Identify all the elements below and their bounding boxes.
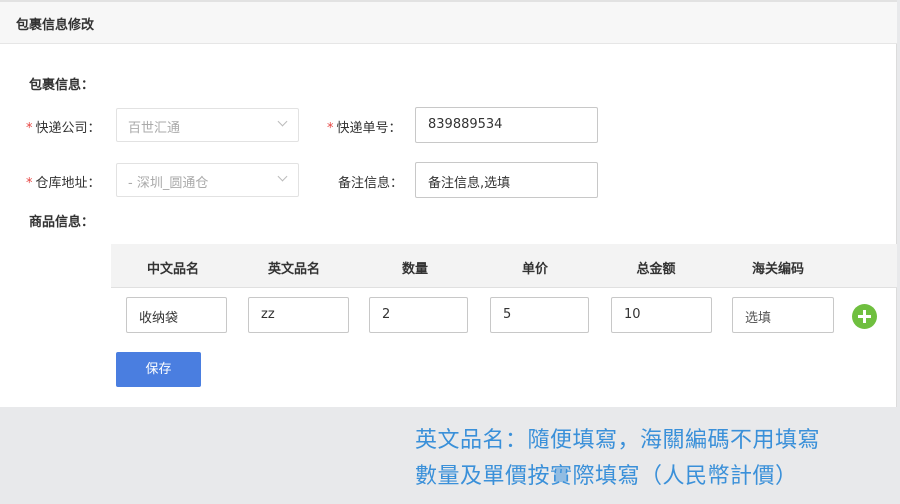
save-button[interactable]: 保存 <box>116 352 201 387</box>
unit-price-input[interactable]: 5 <box>490 297 589 333</box>
hs-code-input[interactable]: 选填 <box>732 297 834 333</box>
total-value: 10 <box>624 307 641 322</box>
remark-label: 备注信息： <box>338 176 404 191</box>
column-header-total: 总金额 <box>636 262 676 277</box>
warehouse-label-text: 仓库地址： <box>35 176 101 191</box>
en-name-input[interactable]: zz <box>248 297 349 333</box>
courier-label: * 快递公司： <box>26 117 101 136</box>
card-header: 包裹信息修改 <box>0 0 897 44</box>
tracking-label-text: 快递单号： <box>336 121 402 136</box>
en-name-value: zz <box>261 307 275 322</box>
column-header-hs-code: 海关编码 <box>751 262 804 277</box>
cn-name-input[interactable]: 收纳袋 <box>126 297 227 333</box>
goods-table-header: 中文品名 英文品名 数量 单价 总金额 海关编码 <box>111 244 897 287</box>
chevron-down-icon <box>277 171 288 182</box>
remark-input[interactable]: 备注信息,选填 <box>415 162 598 198</box>
warehouse-select[interactable]: - 深圳_圆通仓 <box>116 163 299 197</box>
annotation-note-1: 英文品名：隨便填寫，海關編碼不用填寫 <box>415 428 821 453</box>
remark-value: 备注信息,选填 <box>428 176 511 191</box>
required-mark: * <box>327 121 334 136</box>
cn-name-value: 收纳袋 <box>139 311 179 326</box>
total-input[interactable]: 10 <box>611 297 712 333</box>
required-mark: * <box>26 121 33 136</box>
package-section-label: 包裹信息： <box>29 78 95 93</box>
column-header-unit-price: 单价 <box>521 262 548 277</box>
column-header-quantity: 数量 <box>401 262 428 277</box>
tracking-label: * 快递单号： <box>327 117 402 136</box>
courier-select-value: 百世汇通 <box>128 121 181 136</box>
required-mark: * <box>26 176 33 191</box>
package-edit-card: 包裹信息修改 包裹信息： * 快递公司： 百世汇通 * 快递单号： 83988953… <box>0 0 897 407</box>
annotation-note-2: 數量及單價按實際填寫（人民幣計價） <box>415 464 798 489</box>
courier-select[interactable]: 百世汇通 <box>116 108 299 142</box>
unit-price-value: 5 <box>503 307 512 322</box>
warehouse-select-value: - 深圳_圆通仓 <box>128 176 209 191</box>
chevron-down-icon <box>277 116 288 127</box>
tracking-number-input[interactable]: 839889534 <box>415 107 598 143</box>
courier-label-text: 快递公司： <box>35 121 101 136</box>
column-header-cn-name: 中文品名 <box>146 262 199 277</box>
page-title: 包裹信息修改 <box>16 18 95 33</box>
tracking-number-value: 839889534 <box>428 117 503 132</box>
add-row-button[interactable] <box>852 304 877 329</box>
table-divider <box>111 287 897 288</box>
warehouse-label: * 仓库地址： <box>26 172 101 191</box>
goods-section-label: 商品信息： <box>29 215 95 230</box>
quantity-input[interactable]: 2 <box>369 297 468 333</box>
column-header-en-name: 英文品名 <box>267 262 320 277</box>
quantity-value: 2 <box>382 307 391 322</box>
hs-code-value: 选填 <box>745 311 772 326</box>
